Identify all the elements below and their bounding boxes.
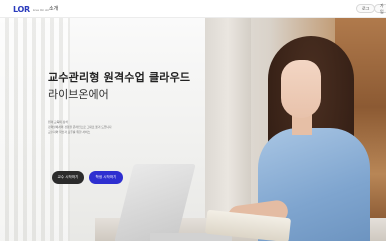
logo-mark: LOR [13, 4, 30, 14]
hero-subtitle: 라이브온에어 [48, 88, 109, 101]
logo[interactable]: LOR Live On Air [13, 4, 49, 14]
top-navigation: LOR Live On Air 소개 로그 가입 [0, 0, 386, 18]
person-face-image [281, 60, 321, 118]
signup-button[interactable]: 가입 [374, 3, 386, 14]
nav-link-intro[interactable]: 소개 [49, 5, 58, 12]
hero-description-line: 교수자와 학습자 모두를 위한 서비스 [48, 130, 91, 134]
login-button[interactable]: 로그 [356, 4, 376, 13]
student-start-button[interactable]: 학생 시작하기 [89, 171, 123, 184]
hero-title: 교수관리형 원격수업 클라우드 [48, 71, 191, 84]
logo-subtitle: Live On Air [32, 8, 50, 12]
professor-start-button[interactable]: 교수 시작하기 [52, 171, 84, 184]
hero-description: 원격 교육의 정석 강의실에서의 경험을 온라인으로 그대로 옮겨 드립니다 교… [48, 120, 148, 135]
